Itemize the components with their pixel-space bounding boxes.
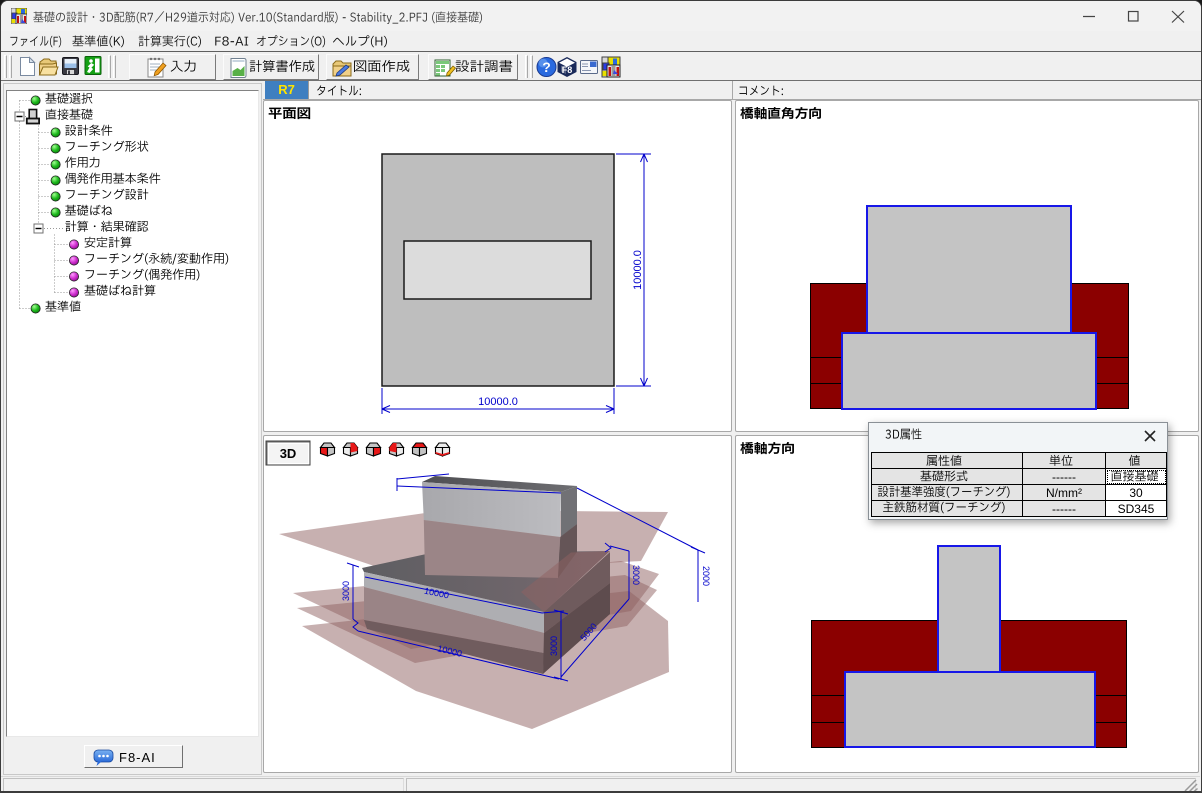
svg-text:3000: 3000 [341, 581, 351, 601]
svg-text:10000.0: 10000.0 [478, 396, 518, 408]
svg-text:F8: F8 [562, 65, 573, 75]
svg-text:3000: 3000 [549, 636, 559, 656]
svg-text:2000: 2000 [701, 566, 711, 586]
svg-text:3000: 3000 [631, 565, 641, 585]
svg-text:?: ? [542, 59, 551, 75]
svg-text:10000.0: 10000.0 [632, 250, 644, 290]
svg-text:3D: 3D [280, 446, 297, 461]
